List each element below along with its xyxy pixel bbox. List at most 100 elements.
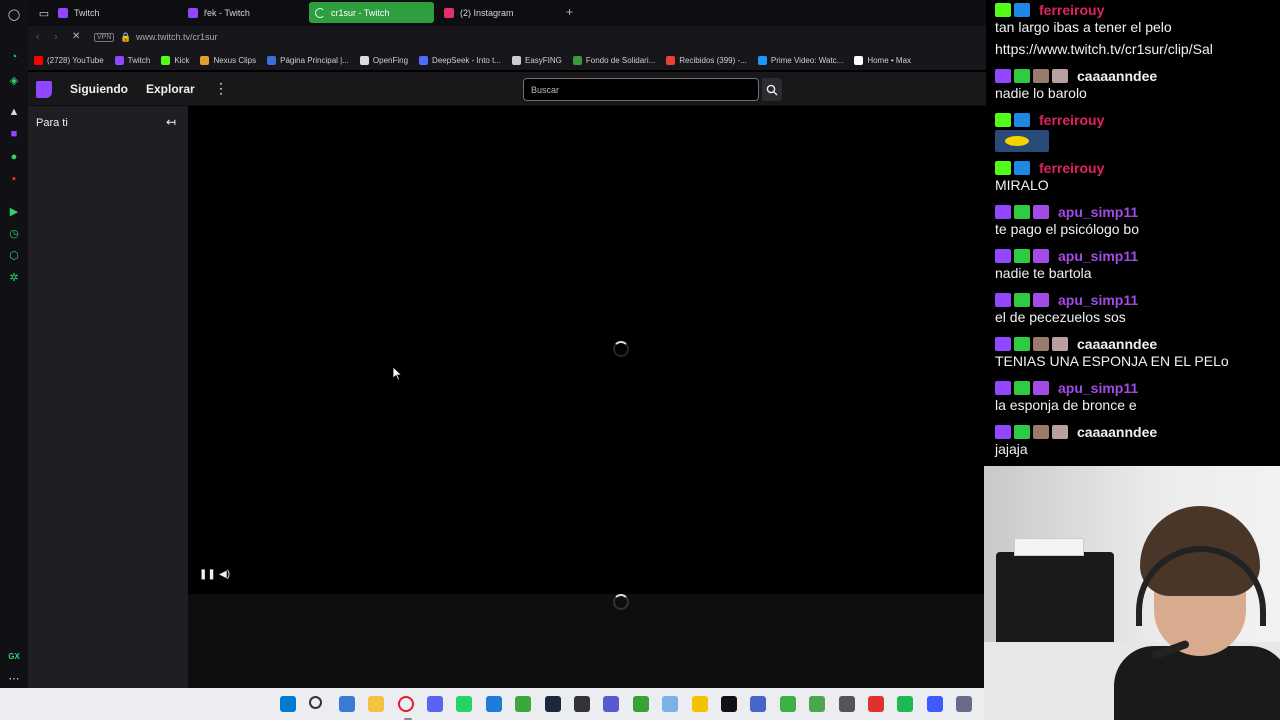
bookmark-item[interactable]: OpenFing (359, 55, 409, 65)
notepad-icon[interactable] (662, 696, 679, 712)
game-controller-icon[interactable] (603, 696, 620, 712)
tab-rek-twitch[interactable]: řek - Twitch (182, 2, 304, 23)
opera-gx-icon[interactable] (397, 696, 414, 720)
chat-username[interactable]: ferreirouy (1039, 112, 1104, 128)
chat-line: apu_simp11 (995, 290, 1138, 310)
bookmark-favicon-icon (114, 55, 124, 65)
task-view-icon[interactable] (338, 696, 355, 712)
bookmark-item[interactable]: Home • Max (854, 55, 911, 65)
chat-username[interactable]: apu_simp11 (1058, 248, 1138, 264)
chat-badge-icon (995, 205, 1011, 219)
duck-icon[interactable] (691, 696, 708, 712)
chat-username[interactable]: apu_simp11 (1058, 204, 1138, 220)
more-menu-icon[interactable]: ⋮ (214, 80, 228, 97)
bookmark-item[interactable]: Recibidos (399) -... (666, 55, 747, 65)
collapse-sidebar-icon[interactable]: ↤ (166, 115, 176, 129)
spotify-icon[interactable] (897, 696, 914, 712)
bookmark-label: OpenFing (372, 55, 409, 65)
chat-username[interactable]: ferreirouy (1039, 160, 1104, 176)
file-explorer-icon[interactable] (368, 696, 385, 712)
media-icon[interactable] (868, 696, 884, 712)
volume-icon[interactable]: ◀) (219, 569, 230, 580)
gx-corner-icon[interactable]: GX (6, 648, 22, 664)
bookmark-item[interactable]: Twitch (114, 55, 150, 65)
chat-message: el de pecezuelos sos (995, 309, 1126, 325)
bookmark-item[interactable]: DeepSeek - Into t... (419, 55, 501, 65)
nav-browse[interactable]: Explorar (146, 82, 195, 96)
tab-menu-icon[interactable]: ▭ (36, 5, 52, 21)
chat-badge-icon (995, 425, 1011, 439)
video-player[interactable]: ❚❚ ◀) (188, 106, 986, 594)
history-icon[interactable]: ◷ (6, 225, 22, 241)
stack-app-icon[interactable] (956, 696, 973, 712)
chat-link[interactable]: https://www.twitch.tv/cr1sur/clip/Sal (995, 41, 1213, 57)
settings-icon[interactable]: ✲ (6, 269, 22, 285)
chat-username[interactable]: caaaanndee (1077, 68, 1157, 84)
vpn-badge[interactable]: VPN (94, 33, 115, 42)
chat-badge-icon (995, 381, 1011, 395)
bookmark-label: Fondo de Solidari... (585, 55, 656, 65)
xbox-icon[interactable] (515, 696, 532, 712)
new-tab-button[interactable]: + (566, 5, 573, 19)
gx-control-icon[interactable]: ◈ (6, 72, 22, 88)
whatsapp-icon[interactable] (456, 696, 473, 712)
url-field[interactable]: www.twitch.tv/cr1sur (136, 32, 218, 42)
bookmark-item[interactable]: Página Principal |... (267, 55, 349, 65)
epic-games-icon[interactable] (574, 696, 590, 712)
folder-green-icon[interactable] (809, 696, 826, 712)
chat-badge-icon (995, 113, 1011, 127)
bookmark-item[interactable]: Prime Video: Watc... (757, 55, 843, 65)
nav-following[interactable]: Siguiendo (70, 82, 128, 96)
tool-icon[interactable] (838, 696, 855, 712)
extensions-icon[interactable]: ⬡ (6, 247, 22, 263)
steam-icon[interactable] (544, 696, 561, 712)
bookmark-item[interactable]: Fondo de Solidari... (572, 55, 656, 65)
search-button[interactable] (762, 78, 782, 101)
search-icon[interactable] (309, 696, 323, 709)
whatsapp-sidebar-icon[interactable]: ● (6, 149, 22, 165)
chat-badge-icon (1033, 69, 1049, 83)
bookmark-favicon-icon (161, 55, 171, 65)
screen-icon[interactable] (750, 696, 767, 712)
bookmark-favicon-icon (666, 55, 676, 65)
bookmark-label: Recibidos (399) -... (679, 55, 747, 65)
channel-info-area (188, 594, 986, 688)
chat-username[interactable]: apu_simp11 (1058, 292, 1138, 308)
tab-cr1sur-twitch[interactable]: cr1sur - Twitch (309, 2, 434, 23)
windows-start-icon[interactable] (280, 696, 296, 712)
bookmark-item[interactable]: (2728) YouTube (34, 55, 104, 65)
arrow-app-icon[interactable] (926, 696, 943, 712)
capcut-icon[interactable] (721, 696, 737, 712)
more-icon[interactable]: ⋯ (6, 670, 22, 686)
tab-twitch[interactable]: Twitch (52, 2, 174, 23)
discord-icon[interactable] (427, 696, 443, 712)
bookmark-item[interactable]: Kick (161, 55, 189, 65)
bookmark-item[interactable]: Nexus Clips (200, 55, 256, 65)
chat-username[interactable]: caaaanndee (1077, 336, 1157, 352)
opera-logo-icon[interactable]: ◯ (6, 6, 22, 22)
twitch-logo-icon[interactable] (36, 81, 52, 98)
youtube-sidebar-icon[interactable]: ▪ (6, 171, 22, 187)
tab-instagram[interactable]: (2) Instagram (438, 2, 560, 23)
pause-icon[interactable]: ❚❚ (199, 569, 216, 580)
twitch-sidebar-icon[interactable]: ■ (6, 126, 22, 142)
chat-badge-icon (1014, 249, 1030, 263)
chat-username[interactable]: apu_simp11 (1058, 380, 1138, 396)
forward-icon[interactable]: › (54, 31, 58, 43)
loading-spinner-icon (613, 341, 629, 357)
xbox-app-icon[interactable] (632, 696, 649, 712)
app-green-icon[interactable] (779, 696, 796, 712)
player-icon[interactable]: ▶ (6, 203, 22, 219)
lock-icon[interactable]: 🔒 (120, 32, 131, 43)
bookmarks-bar: (2728) YouTube Twitch Kick Nexus Clips Págin… (28, 50, 990, 70)
stop-loading-icon[interactable]: ✕ (72, 31, 80, 42)
back-icon[interactable]: ‹ (36, 31, 40, 43)
mouse-cursor-icon (393, 367, 403, 381)
home-icon[interactable]: ▲ (6, 104, 22, 120)
speed-dial-icon[interactable]: ◔ (6, 49, 22, 65)
bookmark-item[interactable]: EasyFING (511, 55, 562, 65)
chat-username[interactable]: caaaanndee (1077, 424, 1157, 440)
bookmark-label: Página Principal |... (280, 55, 349, 65)
search-input[interactable]: Buscar (523, 78, 759, 101)
vscode-icon[interactable] (485, 696, 502, 712)
